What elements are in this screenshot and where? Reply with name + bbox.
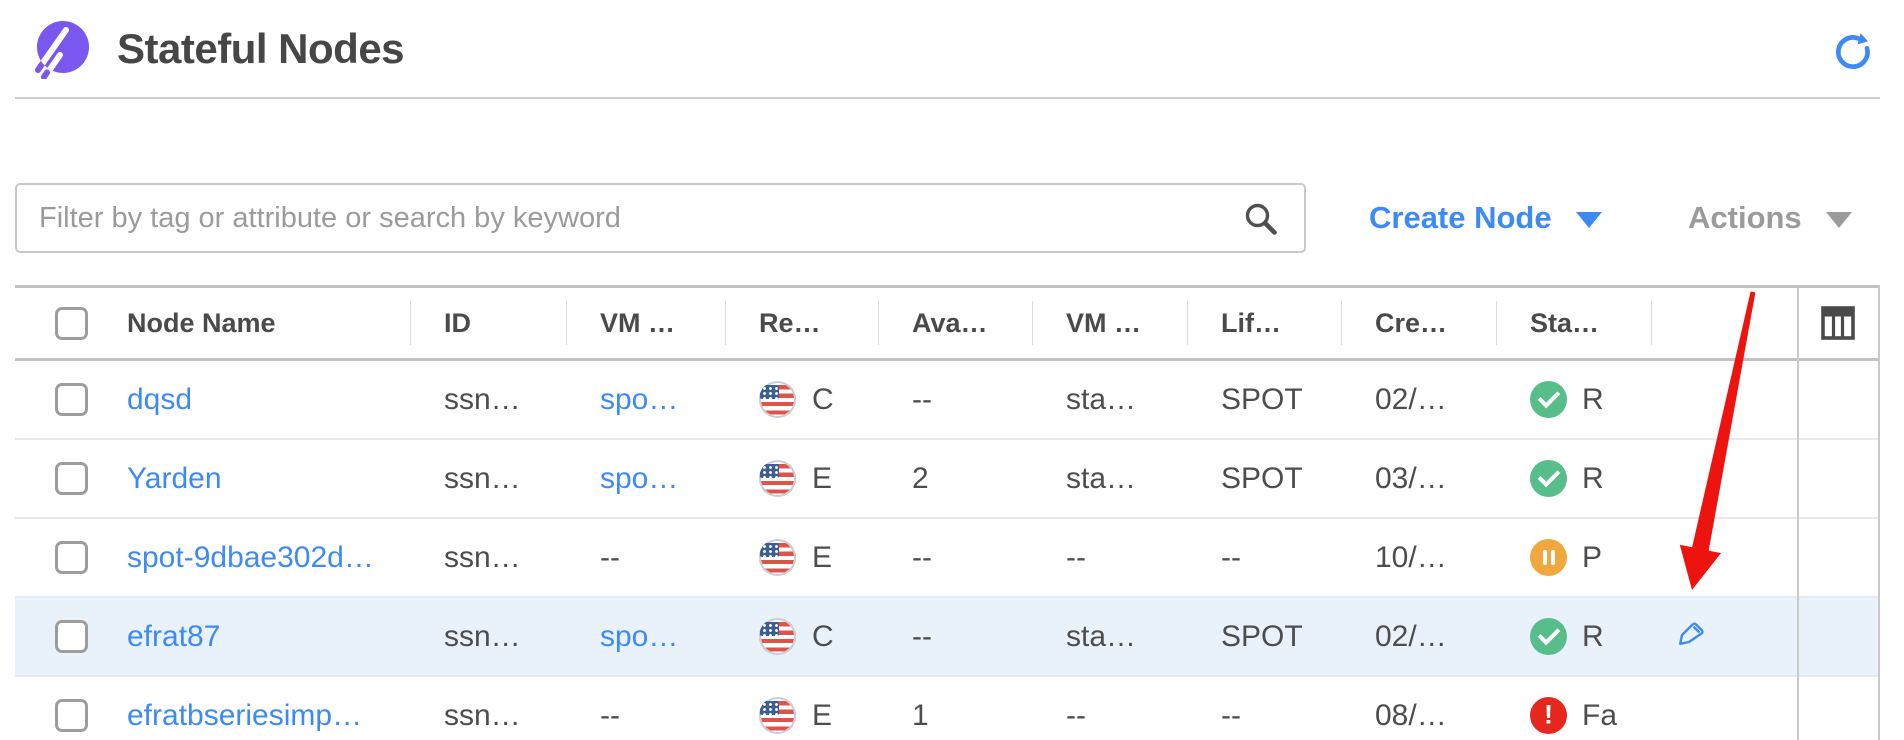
vm-link: --	[566, 541, 725, 575]
stateful-nodes-table: Node Name ID VM … Re… Ava… VM … Lif… Cre…	[15, 285, 1880, 740]
availability-value: --	[878, 541, 1032, 575]
table-row[interactable]: dqsd ssn… spo… C -- sta… SPOT 02/… R	[15, 361, 1878, 440]
table-row[interactable]: efrat87 ssn… spo… C -- sta… SPOT 02/… R	[15, 598, 1878, 677]
row-checkbox[interactable]	[55, 462, 88, 495]
node-name-link[interactable]: dqsd	[127, 383, 192, 417]
node-id: ssn…	[410, 383, 566, 417]
us-flag-icon	[759, 539, 796, 576]
status-label: Fa	[1582, 699, 1617, 733]
us-flag-icon	[759, 460, 796, 497]
row-checkbox[interactable]	[55, 620, 88, 653]
select-all-checkbox[interactable]	[55, 307, 88, 340]
vm-name-value: sta…	[1032, 383, 1187, 417]
column-header-created[interactable]: Cre…	[1341, 288, 1496, 358]
table-header-row: Node Name ID VM … Re… Ava… VM … Lif… Cre…	[15, 288, 1878, 361]
refresh-button[interactable]	[1830, 26, 1878, 74]
column-header-id[interactable]: ID	[410, 288, 566, 358]
stateful-nodes-page: Stateful Nodes Create Node Actions Node …	[0, 0, 1904, 740]
created-value: 02/…	[1341, 383, 1496, 417]
pencil-icon	[1676, 620, 1708, 652]
availability-value: --	[878, 620, 1032, 654]
create-node-label: Create Node	[1369, 200, 1552, 236]
created-value: 08/…	[1341, 699, 1496, 733]
status-icon	[1530, 381, 1567, 418]
column-header-node-name[interactable]: Node Name	[100, 288, 410, 358]
vm-link[interactable]: spo…	[600, 383, 678, 417]
created-value: 10/…	[1341, 541, 1496, 575]
status-label: P	[1582, 541, 1602, 575]
table-row[interactable]: efratbseriesimp… ssn… -- E 1 -- -- 08/… …	[15, 677, 1878, 740]
edit-node-button[interactable]	[1675, 620, 1709, 654]
actions-label: Actions	[1688, 200, 1802, 236]
status-icon	[1530, 539, 1567, 576]
region-value: E	[812, 541, 832, 575]
lifecycle-value: SPOT	[1187, 620, 1341, 654]
node-id: ssn…	[410, 620, 566, 654]
row-checkbox[interactable]	[55, 383, 88, 416]
column-header-status[interactable]: Sta…	[1496, 288, 1651, 358]
us-flag-icon	[759, 697, 796, 734]
created-value: 03/…	[1341, 462, 1496, 496]
availability-value: --	[878, 383, 1032, 417]
row-checkbox[interactable]	[55, 541, 88, 574]
region-value: E	[812, 462, 832, 496]
column-header-availability[interactable]: Ava…	[878, 288, 1032, 358]
column-header-vm-1[interactable]: VM …	[566, 288, 725, 358]
vm-name-value: sta…	[1032, 462, 1187, 496]
table-row[interactable]: spot-9dbae302d… ssn… -- E -- -- -- 10/… …	[15, 519, 1878, 598]
lifecycle-value: SPOT	[1187, 383, 1341, 417]
vm-name-value: --	[1032, 699, 1187, 733]
refresh-icon	[1830, 26, 1878, 74]
node-id: ssn…	[410, 699, 566, 733]
node-name-link[interactable]: Yarden	[127, 462, 222, 496]
chevron-down-icon	[1826, 212, 1852, 228]
actions-button[interactable]: Actions	[1688, 183, 1852, 253]
status-icon	[1530, 460, 1567, 497]
filter-box	[15, 183, 1306, 253]
create-node-button[interactable]: Create Node	[1369, 183, 1602, 253]
lifecycle-value: --	[1187, 541, 1341, 575]
vm-link: --	[566, 699, 725, 733]
column-header-lifecycle[interactable]: Lif…	[1187, 288, 1341, 358]
row-checkbox[interactable]	[55, 699, 88, 732]
column-settings-icon[interactable]	[1820, 305, 1856, 341]
node-name-link[interactable]: efratbseriesimp…	[127, 699, 362, 733]
status-icon	[1530, 697, 1567, 734]
vm-name-value: --	[1032, 541, 1187, 575]
node-id: ssn…	[410, 541, 566, 575]
vm-name-value: sta…	[1032, 620, 1187, 654]
vm-link[interactable]: spo…	[600, 462, 678, 496]
spot-logo-icon	[31, 19, 91, 79]
column-header-vm-2[interactable]: VM …	[1032, 288, 1187, 358]
status-icon	[1530, 618, 1567, 655]
column-header-actions	[1651, 288, 1797, 358]
node-id: ssn…	[410, 462, 566, 496]
page-title: Stateful Nodes	[117, 25, 404, 73]
status-label: R	[1582, 620, 1604, 654]
lifecycle-value: SPOT	[1187, 462, 1341, 496]
created-value: 02/…	[1341, 620, 1496, 654]
column-header-region[interactable]: Re…	[725, 288, 878, 358]
region-value: E	[812, 699, 832, 733]
availability-value: 2	[878, 462, 1032, 496]
table-row[interactable]: Yarden ssn… spo… E 2 sta… SPOT 03/… R	[15, 440, 1878, 519]
availability-value: 1	[878, 699, 1032, 733]
chevron-down-icon	[1576, 212, 1602, 228]
vm-link[interactable]: spo…	[600, 620, 678, 654]
status-label: R	[1582, 462, 1604, 496]
status-label: R	[1582, 383, 1604, 417]
node-name-link[interactable]: efrat87	[127, 620, 220, 654]
region-value: C	[812, 383, 834, 417]
us-flag-icon	[759, 381, 796, 418]
us-flag-icon	[759, 618, 796, 655]
lifecycle-value: --	[1187, 699, 1341, 733]
filter-input[interactable]	[17, 185, 1304, 251]
page-header: Stateful Nodes	[15, 0, 1880, 99]
node-name-link[interactable]: spot-9dbae302d…	[127, 541, 374, 575]
region-value: C	[812, 620, 834, 654]
